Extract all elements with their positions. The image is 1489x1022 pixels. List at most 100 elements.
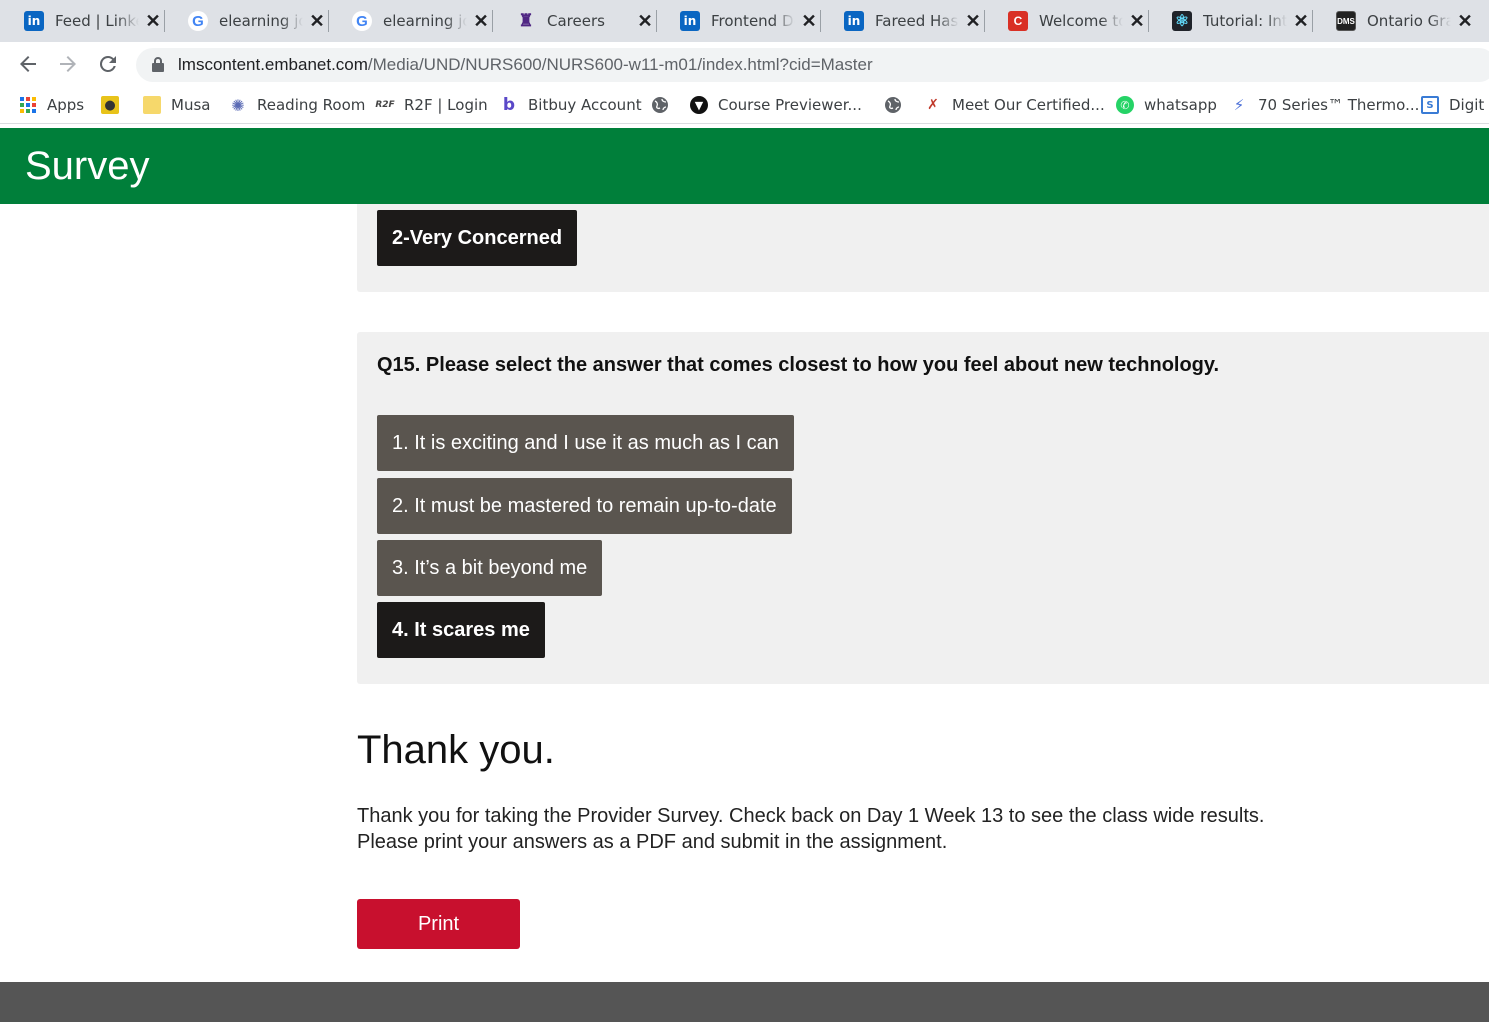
bookmark-apps[interactable]: Apps — [19, 94, 84, 116]
tab-separator — [820, 10, 821, 32]
close-tab-icon[interactable]: ✕ — [798, 10, 820, 32]
answer-option-selected[interactable]: 4. It scares me — [377, 602, 545, 658]
folder-icon — [143, 96, 161, 114]
globe-icon — [884, 96, 902, 114]
digit-icon: S — [1421, 96, 1439, 114]
bookmark-label: Bitbuy Account — [528, 96, 642, 114]
question-text: Q15. Please select the answer that comes… — [377, 354, 1220, 376]
tab-title: Careers — [547, 11, 631, 31]
browser-tab-strip: in Feed | LinkedIn ✕ G elearning jobs ✕ … — [0, 0, 1489, 42]
tab-title: Feed | LinkedIn — [55, 11, 139, 31]
apps-grid-icon — [19, 96, 37, 114]
linkedin-icon: in — [24, 11, 44, 31]
answer-option[interactable]: 3. It’s a bit beyond me — [377, 540, 603, 596]
thank-you-message: Thank you for taking the Provider Survey… — [357, 803, 1264, 855]
lock-icon[interactable] — [152, 57, 164, 72]
bookmark-label: Reading Room — [257, 96, 366, 114]
dms-icon: DMS — [1336, 11, 1356, 31]
bookmark-70-series[interactable]: ⚡ 70 Series™ Thermo... — [1230, 94, 1420, 116]
close-tab-icon[interactable]: ✕ — [1454, 10, 1476, 32]
bookmark-label: Course Previewer... — [718, 96, 862, 114]
tab-title: Ontario Grants — [1367, 11, 1451, 31]
thank-you-line: Thank you for taking the Provider Survey… — [357, 805, 1265, 827]
address-bar[interactable]: lmscontent.embanet.com/Media/UND/NURS600… — [136, 48, 1489, 82]
browser-tab[interactable]: in Fareed Hassan ✕ — [820, 0, 984, 42]
bookmark-digit[interactable]: S Digit — [1421, 94, 1484, 116]
google-icon: G — [352, 11, 372, 31]
browser-tab[interactable]: in Frontend Developer ✕ — [656, 0, 820, 42]
print-button[interactable]: Print — [357, 899, 520, 949]
back-arrow-icon[interactable] — [16, 52, 40, 76]
url-path: /Media/UND/NURS600/NURS600-w11-m01/index… — [367, 55, 873, 74]
bookmark-reading-room[interactable]: ✺ Reading Room — [229, 94, 365, 116]
url-text[interactable]: lmscontent.embanet.com/Media/UND/NURS600… — [178, 55, 873, 75]
brave-icon: ▼ — [690, 96, 708, 114]
tab-title: Tutorial: Intro — [1203, 11, 1287, 31]
close-tab-icon[interactable]: ✕ — [1126, 10, 1148, 32]
close-tab-icon[interactable]: ✕ — [1290, 10, 1312, 32]
browser-tab[interactable]: G elearning jobs ✕ — [164, 0, 328, 42]
url-host: lmscontent.embanet.com — [178, 55, 368, 74]
tab-title: Frontend Developer — [711, 11, 795, 31]
bitbuy-icon: b — [502, 95, 516, 115]
question-panel-q15: Q15. Please select the answer that comes… — [357, 332, 1489, 684]
bookmark-globe[interactable] — [884, 94, 912, 116]
tab-separator — [164, 10, 165, 32]
bookmark-bitbuy[interactable]: b Bitbuy Account — [500, 94, 642, 116]
react-icon: ⚛ — [1172, 11, 1192, 31]
bookmark-meet-certified[interactable]: ✗ Meet Our Certified... — [924, 94, 1105, 116]
tab-title: Welcome to — [1039, 11, 1123, 31]
bookmark-label: Digit — [1449, 96, 1485, 114]
answer-option[interactable]: 2. It must be mastered to remain up-to-d… — [377, 478, 792, 534]
page-footer — [0, 982, 1489, 1022]
close-tab-icon[interactable]: ✕ — [142, 10, 164, 32]
answer-option[interactable]: 1. It is exciting and I use it as much a… — [377, 415, 794, 471]
eye-bookmark-icon: ● — [101, 96, 119, 114]
tab-separator — [328, 10, 329, 32]
bookmark-label: whatsapp — [1144, 96, 1217, 114]
tab-separator — [656, 10, 657, 32]
reload-icon[interactable] — [96, 52, 120, 76]
bookmark-globe[interactable] — [651, 94, 679, 116]
bookmark-label: Musa — [171, 96, 211, 114]
browser-tab[interactable]: DMS Ontario Grants ✕ — [1312, 0, 1476, 42]
linkedin-icon: in — [844, 11, 864, 31]
browser-tab[interactable]: in Feed | LinkedIn ✕ — [0, 0, 164, 42]
globe-icon — [651, 96, 669, 114]
bookmark-label: Meet Our Certified... — [952, 96, 1105, 114]
bookmark-course-previewer[interactable]: ▼ Course Previewer... — [690, 94, 862, 116]
answer-option-selected[interactable]: 2-Very Concerned — [377, 210, 578, 266]
thank-you-line: Please print your answers as a PDF and s… — [357, 831, 948, 853]
whatsapp-icon: ✆ — [1116, 96, 1134, 114]
bookmark-whatsapp[interactable]: ✆ whatsapp — [1116, 94, 1217, 116]
thank-you-heading: Thank you. — [357, 728, 555, 772]
forward-arrow-icon[interactable] — [56, 52, 80, 76]
browser-tab[interactable]: G elearning jobs ✕ — [328, 0, 492, 42]
sun-icon: ✺ — [231, 95, 245, 115]
close-tab-icon[interactable]: ✕ — [634, 10, 656, 32]
bookmark-label: 70 Series™ Thermo... — [1258, 96, 1420, 114]
tab-separator — [492, 10, 493, 32]
red-c-icon: C — [1008, 11, 1028, 31]
tab-separator — [1148, 10, 1149, 32]
google-icon: G — [188, 11, 208, 31]
tab-separator — [984, 10, 985, 32]
certified-icon: ✗ — [927, 97, 939, 113]
browser-tab[interactable]: C Welcome to ✕ — [984, 0, 1148, 42]
thermo-icon: ⚡ — [1233, 96, 1245, 114]
r2f-icon: R2F — [375, 100, 395, 110]
survey-header: Survey — [0, 128, 1489, 204]
linkedin-icon: in — [680, 11, 700, 31]
close-tab-icon[interactable]: ✕ — [962, 10, 984, 32]
bookmarks-bar: Apps ● Musa ✺ Reading Room R2F R2F | Log… — [0, 86, 1489, 124]
bookmark-eye[interactable]: ● — [101, 94, 129, 116]
close-tab-icon[interactable]: ✕ — [306, 10, 328, 32]
browser-tab[interactable]: ⚛ Tutorial: Intro ✕ — [1148, 0, 1312, 42]
close-tab-icon[interactable]: ✕ — [470, 10, 492, 32]
page-title: Survey — [25, 144, 150, 188]
browser-tab[interactable]: ♜ Careers ✕ — [492, 0, 656, 42]
bookmark-musa[interactable]: Musa — [143, 94, 210, 116]
bookmark-r2f[interactable]: R2F R2F | Login — [375, 94, 487, 116]
tab-title: Fareed Hassan — [875, 11, 959, 31]
bookmark-label: Apps — [47, 96, 85, 114]
